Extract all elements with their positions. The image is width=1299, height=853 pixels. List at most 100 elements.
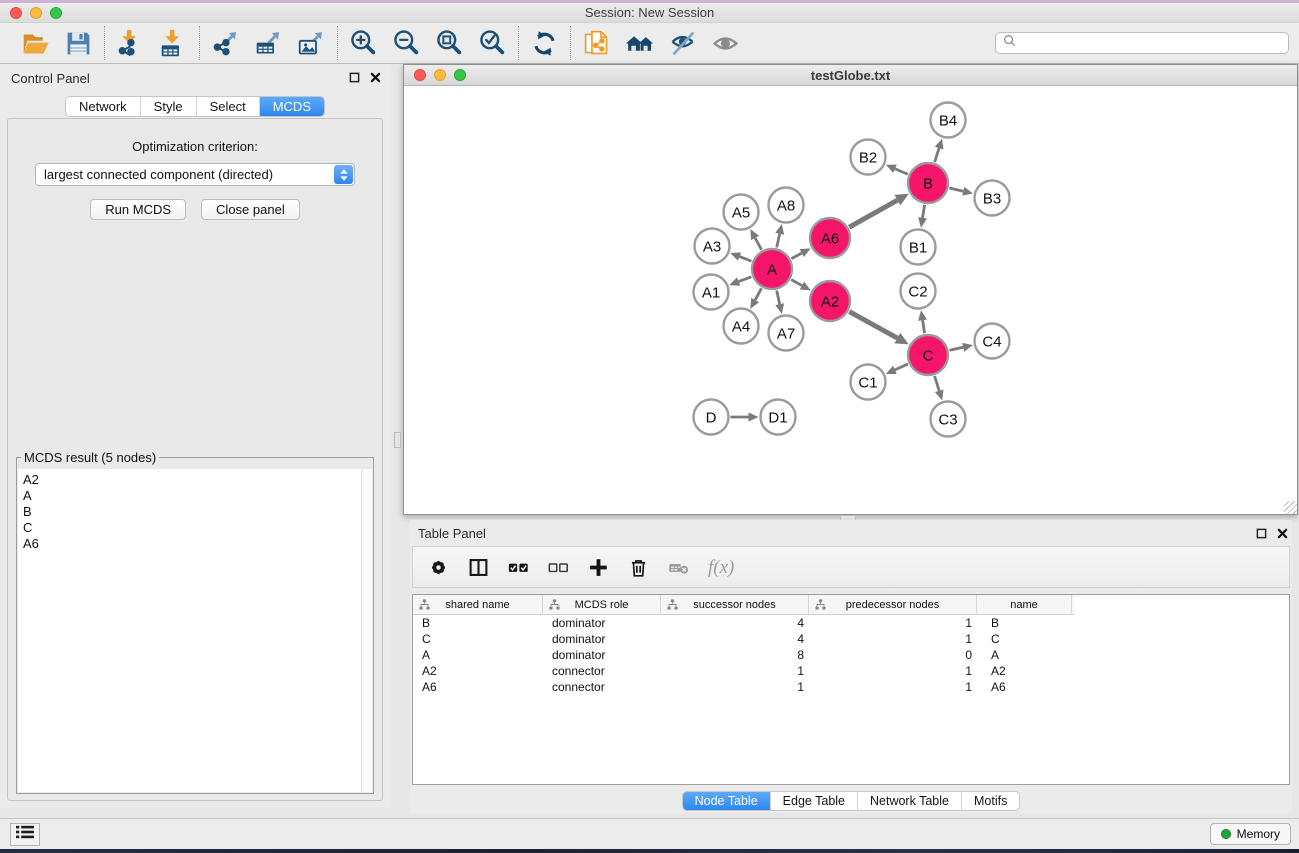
search-input[interactable] (1021, 36, 1281, 50)
table-row[interactable]: Cdominator41C (413, 631, 1289, 647)
edge-B-B1[interactable] (923, 205, 925, 218)
network-minimize-button[interactable] (434, 69, 446, 81)
network-zoom-button[interactable] (454, 69, 466, 81)
table-row[interactable]: Adominator80A (413, 647, 1289, 663)
function-button: f(x) (707, 556, 735, 579)
dropdown-stepper-icon (334, 165, 353, 184)
refresh-layout-icon (530, 46, 559, 61)
close-table-panel-icon[interactable] (1277, 526, 1288, 544)
new-network-file-button[interactable] (581, 28, 612, 59)
edge-A-A5[interactable] (755, 238, 761, 250)
zoom-fit-button[interactable] (434, 28, 465, 59)
edge-A-A3[interactable] (740, 257, 752, 262)
settings-button[interactable] (427, 556, 450, 579)
splitter-handle-left[interactable] (394, 432, 401, 448)
column-header-name[interactable]: name (977, 595, 1072, 615)
delete-table-icon (668, 566, 689, 581)
import-table-button[interactable] (158, 28, 189, 59)
edge-C-C3[interactable] (935, 376, 940, 391)
tab-style[interactable]: Style (140, 97, 196, 116)
result-scrollbar[interactable] (361, 469, 372, 792)
home-button[interactable] (624, 28, 655, 59)
edge-A-A1[interactable] (739, 277, 752, 282)
zoom-in-button[interactable] (348, 28, 379, 59)
node-label-C: C (923, 347, 934, 364)
memory-button[interactable]: Memory (1210, 823, 1291, 845)
table-tab-edge-table[interactable]: Edge Table (770, 792, 857, 810)
tab-mcds[interactable]: MCDS (259, 97, 324, 116)
edge-C-C1[interactable] (895, 364, 908, 370)
zoom-selected-button[interactable] (477, 28, 508, 59)
select-all-columns-button[interactable] (507, 556, 530, 579)
list-icon (16, 825, 34, 844)
export-image-button[interactable] (296, 28, 327, 59)
node-label-C4: C4 (982, 333, 1001, 350)
edge-B-B4[interactable] (935, 148, 939, 162)
column-header-shared-name[interactable]: shared name (413, 595, 543, 615)
table-cell: A (413, 648, 543, 662)
criterion-dropdown[interactable]: largest connected component (directed) (35, 163, 355, 186)
control-panel-tabs: NetworkStyleSelectMCDS (0, 96, 390, 117)
node-table[interactable]: shared name MCDS role successor nodesprede… (412, 594, 1290, 785)
window-resize-grip[interactable] (1284, 501, 1297, 514)
show-panels-button[interactable] (710, 28, 741, 59)
result-item[interactable]: B (23, 504, 372, 520)
edge-C-C4[interactable] (949, 347, 963, 350)
network-window-titlebar[interactable]: testGlobe.txt (404, 65, 1297, 86)
edge-A-A2[interactable] (791, 280, 802, 286)
show-panels-icon (711, 46, 740, 61)
run-mcds-button[interactable]: Run MCDS (90, 199, 186, 220)
task-history-button[interactable] (10, 823, 40, 846)
edge-A-A7[interactable] (777, 290, 780, 304)
result-item[interactable]: A (23, 488, 372, 504)
hide-panels-button[interactable] (667, 28, 698, 59)
refresh-layout-button[interactable] (529, 28, 560, 59)
node-label-A8: A8 (777, 197, 795, 214)
edge-A6-B[interactable] (849, 200, 897, 227)
search-field[interactable] (995, 32, 1289, 54)
close-panel-button[interactable]: Close panel (201, 199, 300, 220)
edge-B-B2[interactable] (895, 169, 908, 175)
table-tab-network-table[interactable]: Network Table (857, 792, 961, 810)
float-table-panel-icon[interactable] (1256, 526, 1267, 544)
table-row[interactable]: A6connector11A6 (413, 679, 1289, 695)
table-cell: dominator (543, 632, 661, 646)
column-header-successor-nodes[interactable]: successor nodes (661, 595, 809, 615)
delete-row-button[interactable] (627, 556, 650, 579)
network-canvas[interactable]: AA1A2A3A4A5A6A7A8BB1B2B3B4CC1C2C3C4DD1 (404, 87, 1297, 514)
open-file-button[interactable] (20, 28, 51, 59)
column-label: MCDS role (575, 599, 629, 611)
table-row[interactable]: Bdominator41B (413, 615, 1289, 631)
import-network-button[interactable] (115, 28, 146, 59)
table-row[interactable]: A2connector11A2 (413, 663, 1289, 679)
table-tab-motifs[interactable]: Motifs (961, 792, 1019, 810)
zoom-out-button[interactable] (391, 28, 422, 59)
table-tab-node-table[interactable]: Node Table (683, 792, 770, 810)
edge-C-C2[interactable] (923, 320, 925, 333)
close-panel-icon[interactable] (370, 72, 381, 83)
edge-A-A4[interactable] (755, 288, 761, 300)
deselect-all-columns-button[interactable] (547, 556, 570, 579)
table-cell: B (977, 616, 1072, 630)
column-header-predecessor-nodes[interactable]: predecessor nodes (809, 595, 977, 615)
edge-A2-C[interactable] (849, 312, 897, 338)
result-item[interactable]: A6 (23, 536, 372, 552)
tab-select[interactable]: Select (196, 97, 259, 116)
result-item[interactable]: A2 (23, 472, 372, 488)
save-session-button[interactable] (63, 28, 94, 59)
table-cell: 8 (661, 648, 809, 662)
result-item[interactable]: C (23, 520, 372, 536)
tab-network[interactable]: Network (66, 97, 140, 116)
export-network-button[interactable] (210, 28, 241, 59)
edge-A-A6[interactable] (791, 253, 801, 259)
add-row-button[interactable] (587, 556, 610, 579)
float-panel-icon[interactable] (349, 72, 360, 83)
column-header-mcds-role[interactable]: MCDS role (543, 595, 661, 615)
network-close-button[interactable] (414, 69, 426, 81)
edge-B-B3[interactable] (949, 188, 963, 191)
edge-A-A8[interactable] (777, 234, 780, 248)
columns-button[interactable] (467, 556, 490, 579)
export-table-button[interactable] (253, 28, 284, 59)
mcds-result-list[interactable]: A2ABCA6 (18, 469, 372, 792)
node-label-B4: B4 (939, 112, 957, 129)
